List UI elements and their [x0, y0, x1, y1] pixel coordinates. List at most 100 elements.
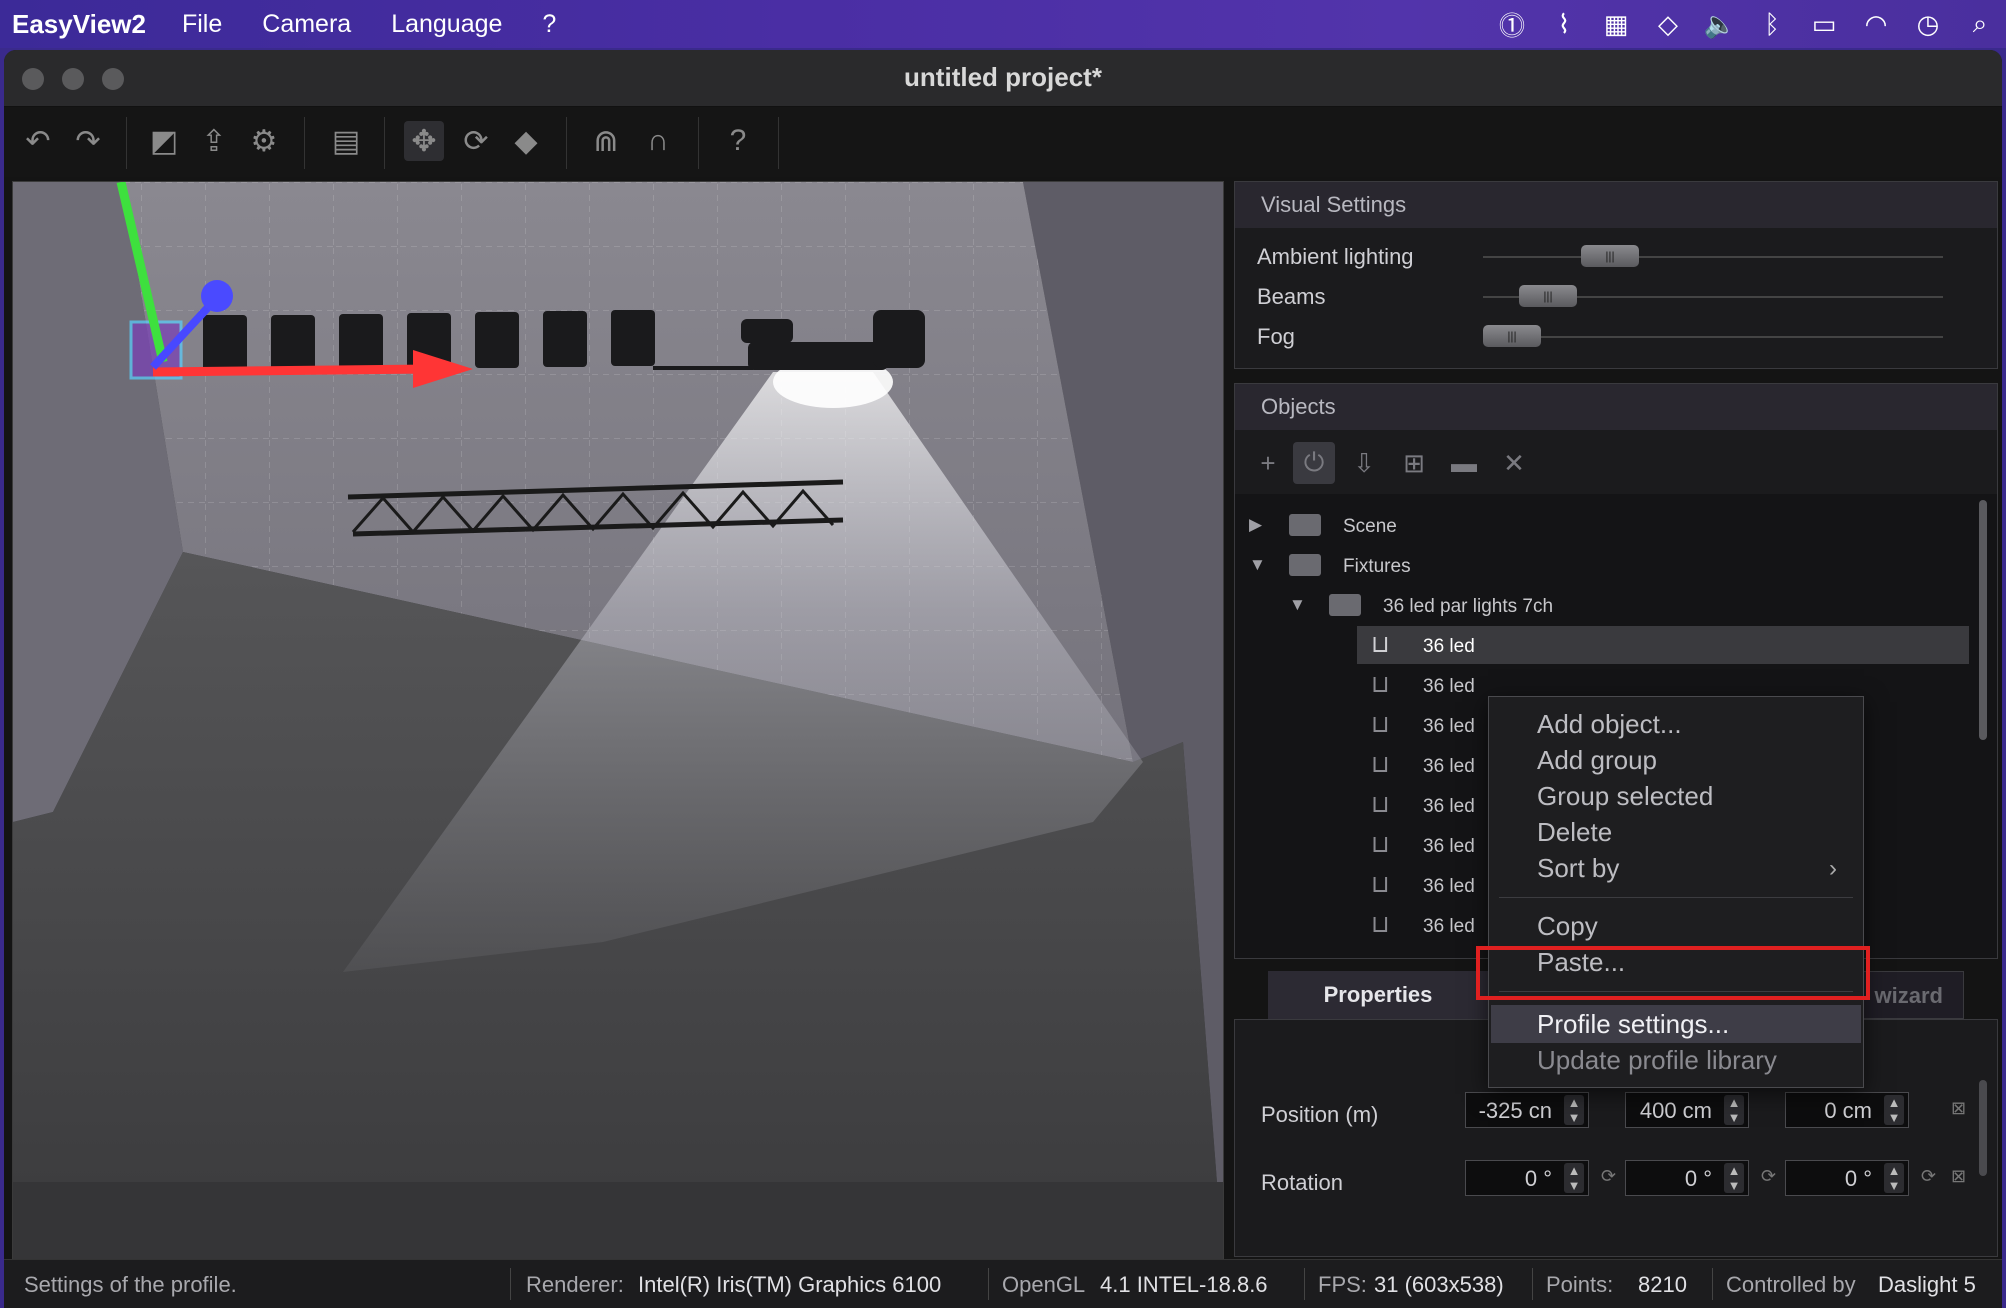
stepper-icon[interactable]: ▲ ▼	[1724, 1163, 1744, 1193]
menu-item-group-selected[interactable]: Group selected	[1537, 779, 1713, 813]
add-folder-icon[interactable]: ⊞	[1393, 442, 1435, 484]
1password-icon[interactable]: ⓵	[1486, 0, 1538, 48]
battery-icon[interactable]: ▭	[1798, 0, 1850, 48]
menu-item-copy[interactable]: Copy	[1537, 909, 1598, 943]
menu-item-add-group[interactable]: Add group	[1537, 743, 1657, 777]
objects-scrollbar[interactable]	[1979, 500, 1987, 740]
redo-icon[interactable]: ↷	[68, 121, 108, 161]
stepper-icon[interactable]: ▲ ▼	[1724, 1095, 1744, 1125]
expand-arrow-icon[interactable]: ▶	[1249, 515, 1262, 535]
stepper-icon[interactable]: ▲ ▼	[1884, 1095, 1904, 1125]
ambient-lighting-track[interactable]	[1483, 256, 1943, 258]
reset-rotation-icon[interactable]: ⊠	[1951, 1166, 1966, 1187]
volume-icon[interactable]: 🔈	[1694, 0, 1746, 48]
ambient-lighting-slider[interactable]: |||	[1581, 245, 1639, 267]
tab-properties[interactable]: Properties	[1268, 971, 1488, 1019]
objects-title: Objects	[1235, 384, 1997, 430]
highlight-box	[1476, 946, 1870, 1000]
points-value: 8210	[1638, 1272, 1687, 1297]
menu-camera[interactable]: Camera	[262, 10, 351, 39]
opengl-label: OpenGL	[1002, 1272, 1086, 1297]
fixture-icon: ⊔	[1371, 911, 1390, 938]
reset-rotation-y-icon[interactable]: ⟳	[1761, 1166, 1776, 1187]
visual-settings-title: Visual Settings	[1235, 182, 1997, 228]
rotation-z-field[interactable]: 0 ° ▲ ▼	[1785, 1160, 1909, 1196]
diamond-icon[interactable]: ◇	[1642, 0, 1694, 48]
collapse-arrow-icon[interactable]: ▼	[1249, 555, 1266, 575]
chevron-right-icon: ›	[1829, 855, 1837, 882]
menu-item-delete[interactable]: Delete	[1537, 815, 1612, 849]
visual-settings-panel: Visual Settings Ambient lighting ||| Bea…	[1234, 181, 1998, 369]
menu-help[interactable]: ?	[542, 10, 556, 39]
app-menu[interactable]: EasyView2	[12, 9, 146, 40]
objects-toolbar: + ⏻ ⇩ ⊞ ▬ ✕	[1235, 432, 1997, 494]
import-icon[interactable]: ⇩	[1343, 442, 1385, 484]
title-bar: untitled project*	[4, 50, 2002, 107]
tree-item-fixture-group[interactable]: ▼ 36 led par lights 7ch	[1235, 586, 1973, 624]
reset-rotation-x-icon[interactable]: ⟳	[1601, 1166, 1616, 1187]
undo-icon[interactable]: ↶	[18, 121, 58, 161]
window-title: untitled project*	[904, 62, 1102, 92]
stepper-icon[interactable]: ▲ ▼	[1884, 1163, 1904, 1193]
fog-track[interactable]	[1483, 336, 1943, 338]
bluetooth-icon[interactable]: ᛒ	[1746, 0, 1798, 48]
tree-item-scene[interactable]: ▶ Scene	[1235, 506, 1973, 544]
magnet-icon[interactable]: ∩	[638, 121, 678, 161]
position-z-field[interactable]: 0 cm ▲ ▼	[1785, 1092, 1909, 1128]
fog-slider[interactable]: |||	[1483, 325, 1541, 347]
fixture-icon: ⊔	[1371, 831, 1390, 858]
menu-file[interactable]: File	[182, 10, 222, 39]
fixture-icon: ⊔	[1371, 871, 1390, 898]
scene-render[interactable]	[13, 182, 1223, 1260]
ambient-lighting-label: Ambient lighting	[1257, 244, 1414, 269]
pin-icon[interactable]: ◆	[506, 121, 546, 161]
tree-item-fixture-selected[interactable]: ⊔ 36 led	[1357, 626, 1969, 664]
fullscreen-icon[interactable]: ◩	[144, 121, 184, 161]
search-icon[interactable]: ⌕	[1954, 0, 2006, 48]
delete-icon[interactable]: ✕	[1493, 442, 1535, 484]
fixture-icon: ⊔	[1371, 631, 1390, 658]
fixture-icon: ⊔	[1371, 711, 1390, 738]
layout-icon[interactable]: ▦	[1590, 0, 1642, 48]
3d-viewport[interactable]	[12, 181, 1224, 1261]
tree-item-fixtures[interactable]: ▼ Fixtures	[1235, 546, 1973, 584]
position-label: Position (m)	[1261, 1102, 1379, 1127]
position-x-field[interactable]: -325 cn ▲ ▼	[1465, 1092, 1589, 1128]
add-fixture-icon[interactable]: ⏻	[1293, 442, 1335, 484]
stepper-icon[interactable]: ▲ ▼	[1564, 1163, 1584, 1193]
collapse-arrow-icon[interactable]: ▼	[1289, 595, 1306, 615]
fps-label: FPS:	[1318, 1272, 1367, 1297]
status-hint: Settings of the profile.	[24, 1272, 237, 1297]
folder-icon	[1329, 594, 1361, 616]
opengl-value: 4.1 INTEL-18.8.6	[1100, 1272, 1268, 1297]
truss-icon[interactable]: ⋒	[586, 121, 626, 161]
menu-item-update-profile-library[interactable]: Update profile library	[1537, 1043, 1777, 1077]
export-icon[interactable]: ⇪	[194, 121, 234, 161]
wifi-icon[interactable]: ◠	[1850, 0, 1902, 48]
help-icon[interactable]: ?	[718, 121, 758, 161]
rotation-y-field[interactable]: 0 ° ▲ ▼	[1625, 1160, 1749, 1196]
paperclip-icon[interactable]: ⌇	[1538, 0, 1590, 48]
clock-icon[interactable]: ◷	[1902, 0, 1954, 48]
renderer-label: Renderer:	[526, 1272, 624, 1297]
controlled-label: Controlled by	[1726, 1272, 1856, 1297]
rotate-icon[interactable]: ⟳	[456, 121, 496, 161]
add-icon[interactable]: +	[1247, 442, 1289, 484]
folder-icon[interactable]: ▬	[1443, 442, 1485, 484]
stepper-icon[interactable]: ▲ ▼	[1564, 1095, 1584, 1125]
menu-item-add-object[interactable]: Add object...	[1537, 707, 1682, 741]
menu-item-profile-settings[interactable]: Profile settings...	[1537, 1007, 1729, 1041]
beams-slider[interactable]: |||	[1519, 285, 1577, 307]
move-icon[interactable]: ✥	[404, 121, 444, 161]
app-window: untitled project* ↶ ↷ ◩ ⇪ ⚙ ▤ ✥ ⟳ ◆ ⋒ ∩ …	[4, 50, 2002, 1308]
folder-icon	[1289, 514, 1321, 536]
reset-position-icon[interactable]: ⊠	[1951, 1098, 1966, 1119]
settings-icon[interactable]: ⚙	[244, 121, 284, 161]
rotation-x-field[interactable]: 0 ° ▲ ▼	[1465, 1160, 1589, 1196]
properties-scrollbar[interactable]	[1979, 1080, 1987, 1176]
menu-language[interactable]: Language	[391, 10, 502, 39]
chart-icon[interactable]: ▤	[326, 121, 366, 161]
menu-item-sort-by[interactable]: Sort by	[1537, 851, 1619, 885]
position-y-field[interactable]: 400 cm ▲ ▼	[1625, 1092, 1749, 1128]
reset-rotation-z-icon[interactable]: ⟳	[1921, 1166, 1936, 1187]
